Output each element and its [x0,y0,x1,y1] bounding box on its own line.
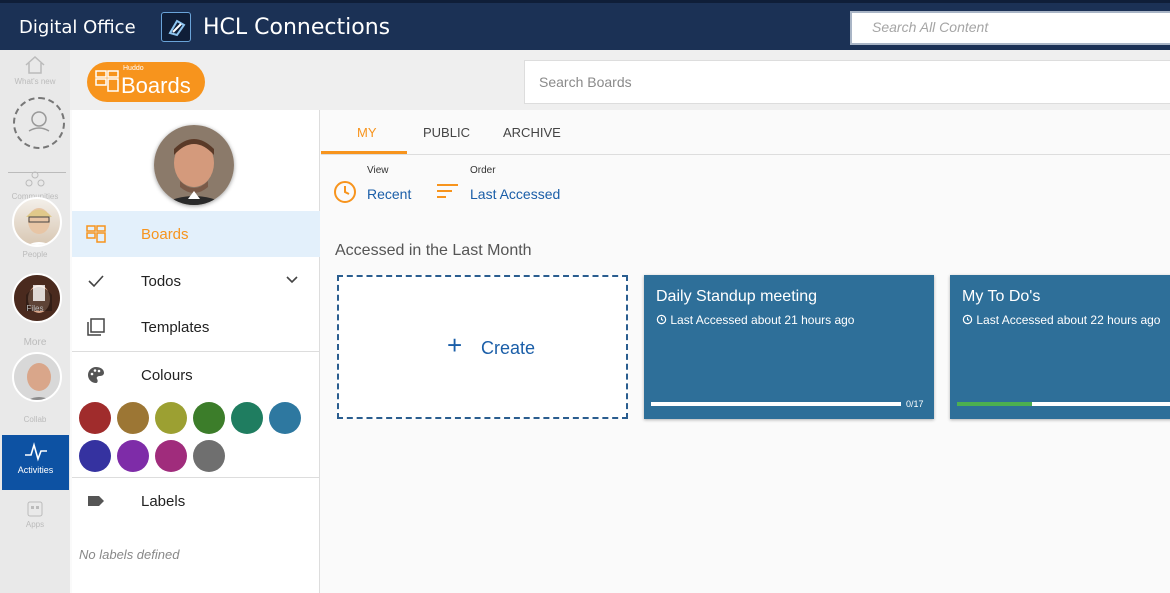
colour-swatch[interactable] [193,402,225,434]
colour-swatch[interactable] [79,402,111,434]
rail-item-apps[interactable]: Apps [0,500,70,529]
tab-public[interactable]: PUBLIC [423,125,470,140]
progress-bar [957,402,1170,406]
board-subtitle: Last Accessed about 22 hours ago [976,313,1161,327]
top-bar: Digital Office HCL Connections Search Al… [0,0,1170,50]
avatar[interactable] [12,352,62,402]
boards-header: Huddo Boards Search Boards [70,50,1170,110]
boards-logo-icon [95,70,119,92]
sidebar-item-label: Labels [141,493,186,510]
board-card[interactable]: Daily Standup meeting Last Accessed abou… [644,275,934,419]
rail-label: More [23,337,47,348]
person-photo-icon [26,285,52,313]
colour-swatch[interactable] [155,402,187,434]
person-photo-icon [27,363,51,400]
badge-title: Boards [121,73,191,98]
section-title: Accessed in the Last Month [335,242,532,259]
rail-label: What's new [14,77,56,86]
avatar[interactable] [12,197,62,247]
person-photo-icon [26,208,52,245]
boards-sidebar: Boards Todos Templates Colours Labels No… [72,110,320,593]
sidebar-item-boards[interactable]: Boards [72,211,320,257]
sidebar-item-colours[interactable]: Colours [72,352,320,398]
order-select[interactable]: Last Accessed [470,186,560,202]
profile-avatar[interactable] [154,125,234,205]
create-label: Create [481,338,536,358]
clock-icon[interactable] [333,180,357,204]
progress-fill [957,402,1032,406]
history-icon [656,314,667,325]
view-select[interactable]: Recent [367,186,411,202]
tab-my[interactable]: MY [357,125,377,140]
rail-item-activities[interactable]: Activities [2,435,69,490]
label-icon [88,496,104,506]
rail-item-collab[interactable]: Collab [0,415,70,424]
colour-swatch[interactable] [155,440,187,472]
colour-swatch[interactable] [231,402,263,434]
badge-small-text: Huddo [123,65,144,72]
colour-swatch[interactable] [193,440,225,472]
rail-item-files[interactable]: Files [0,304,70,313]
brand-label[interactable]: Digital Office [19,17,136,38]
boards-search-input[interactable]: Search Boards [524,60,1170,104]
history-icon [962,314,973,325]
board-subtitle: Last Accessed about 21 hours ago [670,313,855,327]
sidebar-item-templates[interactable]: Templates [72,304,320,350]
check-icon [88,275,104,288]
chevron-down-icon[interactable] [285,275,299,285]
colour-swatch[interactable] [269,402,301,434]
view-label: View [367,165,389,176]
person-photo-icon [154,125,234,205]
communities-icon [25,171,45,187]
create-board-button[interactable]: + Create [337,275,628,419]
home-icon [25,55,45,74]
apps-icon [27,501,43,517]
templates-icon [87,318,105,336]
rail-label: People [22,250,48,259]
progress-bar [651,402,901,406]
rail-label: Collab [23,415,47,424]
tab-archive[interactable]: ARCHIVE [503,125,561,140]
board-last-accessed: Last Accessed about 21 hours ago [656,313,854,327]
rail-label: Apps [25,520,45,529]
hcl-logo-icon[interactable] [161,12,191,42]
board-last-accessed: Last Accessed about 22 hours ago [962,313,1160,327]
left-nav-rail: What's new Communities People [0,50,70,593]
order-label: Order [470,165,496,176]
avatar[interactable] [12,273,62,323]
board-title: My To Do's [962,288,1041,305]
rail-item-more[interactable]: More [0,337,70,348]
sort-icon[interactable] [436,183,460,201]
board-title: Daily Standup meeting [656,288,817,305]
no-labels-text: No labels defined [79,547,180,562]
sidebar-item-label: Templates [141,319,210,336]
board-card[interactable]: My To Do's Last Accessed about 22 hours … [950,275,1170,419]
sidebar-item-label: Todos [141,273,182,290]
sidebar-item-label: Colours [141,367,193,384]
boards-main: MY PUBLIC ARCHIVE View Recent Order Last… [321,110,1170,593]
avatar-placeholder[interactable] [13,97,65,149]
boards-icon [86,225,106,243]
colour-swatch[interactable] [79,440,111,472]
product-title[interactable]: HCL Connections [203,15,390,40]
sidebar-item-label: Boards [141,226,189,243]
sidebar-item-labels[interactable]: Labels [72,478,320,524]
progress-count: 0/17 [906,399,924,409]
huddo-boards-logo[interactable]: Huddo Boards [87,62,205,102]
colour-swatch[interactable] [117,440,149,472]
global-search-input[interactable]: Search All Content [850,11,1170,45]
active-tab-indicator [321,151,407,154]
sidebar-item-todos[interactable]: Todos [72,258,320,304]
tab-bar: MY PUBLIC ARCHIVE [321,110,1170,155]
plus-icon: + [447,330,463,360]
colour-swatch[interactable] [117,402,149,434]
rail-item-people[interactable]: People [0,250,70,259]
activities-icon [24,442,47,462]
rail-label: Files [26,304,44,313]
user-icon [28,111,50,132]
rail-label: Activities [17,465,54,475]
palette-icon [88,367,104,383]
rail-item-whats-new[interactable]: What's new [0,55,70,86]
